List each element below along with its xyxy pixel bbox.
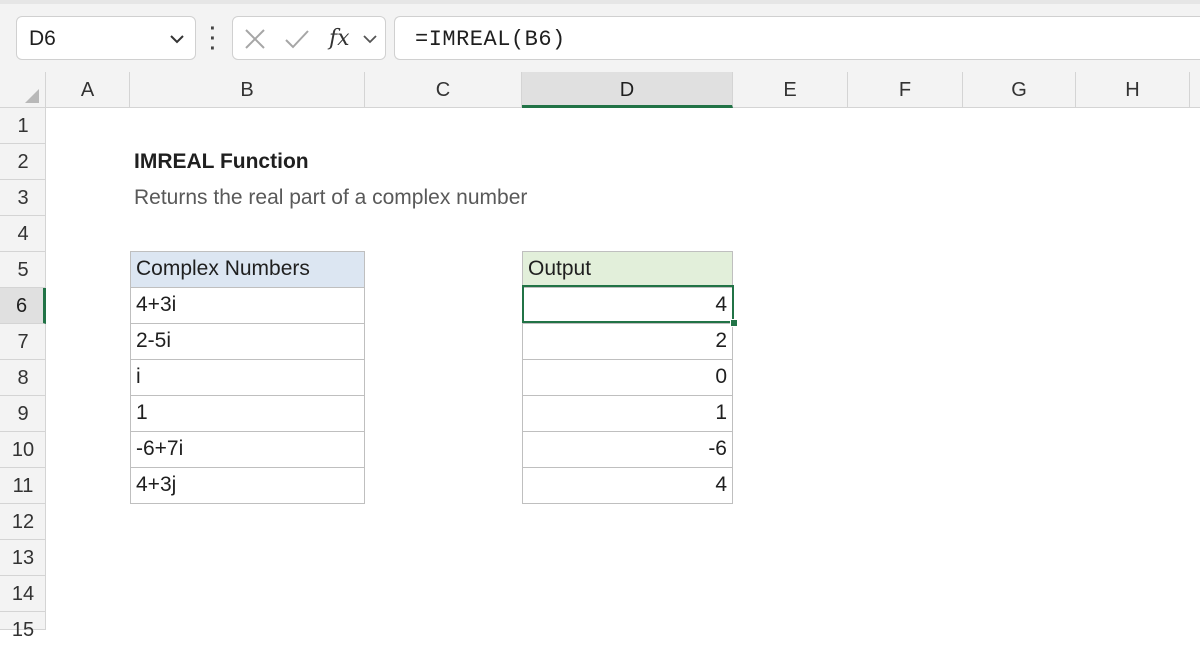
row-header-14[interactable]: 14 [0, 576, 46, 612]
output-cell[interactable]: 1 [522, 395, 733, 432]
row-header-5[interactable]: 5 [0, 252, 46, 288]
output-header-cell[interactable]: Output [522, 251, 733, 288]
output-cell[interactable]: 4 [522, 467, 733, 504]
output-cell[interactable]: 0 [522, 359, 733, 396]
row-header-15[interactable]: 15 [0, 612, 46, 641]
input-cell[interactable]: 4+3i [130, 287, 365, 324]
name-box-value[interactable]: D6 [29, 27, 56, 51]
input-header-cell[interactable]: Complex Numbers [130, 251, 365, 288]
input-cell[interactable]: -6+7i [130, 431, 365, 468]
row-header-4[interactable]: 4 [0, 216, 46, 252]
column-header-b[interactable]: B [130, 72, 365, 108]
enter-check-icon[interactable] [283, 27, 311, 51]
name-box[interactable]: D6 [16, 16, 196, 60]
chevron-down-icon[interactable] [361, 31, 379, 47]
row-headers: 1 2 3 4 5 6 7 8 9 10 11 12 13 14 15 [0, 108, 46, 641]
sheet-subtitle[interactable]: Returns the real part of a complex numbe… [134, 186, 527, 210]
cell-grid[interactable]: IMREAL Function Returns the real part of… [46, 108, 1200, 630]
row-header-12[interactable]: 12 [0, 504, 46, 540]
select-all-icon [25, 89, 39, 103]
row-header-2[interactable]: 2 [0, 144, 46, 180]
sheet-title[interactable]: IMREAL Function [134, 150, 309, 174]
column-header-e[interactable]: E [733, 72, 848, 108]
formula-bar-area: D6 · · · fx =IMREAL(B6) [0, 0, 1200, 72]
row-header-1[interactable]: 1 [0, 108, 46, 144]
row-header-3[interactable]: 3 [0, 180, 46, 216]
select-all-button[interactable] [0, 72, 46, 108]
input-cell[interactable]: i [130, 359, 365, 396]
chevron-down-icon[interactable] [167, 29, 187, 49]
formula-input[interactable]: =IMREAL(B6) [394, 16, 1200, 60]
row-header-10[interactable]: 10 [0, 432, 46, 468]
row-header-9[interactable]: 9 [0, 396, 46, 432]
column-headers: A B C D E F G H [0, 72, 1200, 108]
input-cell[interactable]: 1 [130, 395, 365, 432]
input-cell[interactable]: 4+3j [130, 467, 365, 504]
fill-handle[interactable] [730, 319, 738, 327]
row-header-13[interactable]: 13 [0, 540, 46, 576]
cancel-icon[interactable] [243, 27, 267, 51]
column-header-a[interactable]: A [46, 72, 130, 108]
insert-function-icon[interactable]: fx [329, 26, 350, 51]
row-header-7[interactable]: 7 [0, 324, 46, 360]
row-header-11[interactable]: 11 [0, 468, 46, 504]
formula-text[interactable]: =IMREAL(B6) [415, 27, 566, 52]
column-header-d[interactable]: D [522, 72, 733, 108]
input-cell[interactable]: 2-5i [130, 323, 365, 360]
formula-controls: fx [232, 16, 386, 60]
column-header-h[interactable]: H [1076, 72, 1190, 108]
ribbon-edge [0, 0, 1200, 4]
column-header-c[interactable]: C [365, 72, 522, 108]
row-header-8[interactable]: 8 [0, 360, 46, 396]
active-cell-border [522, 285, 734, 323]
row-header-6[interactable]: 6 [0, 288, 46, 324]
output-cell[interactable]: 2 [522, 323, 733, 360]
column-header-g[interactable]: G [963, 72, 1076, 108]
column-header-f[interactable]: F [848, 72, 963, 108]
output-cell[interactable]: -6 [522, 431, 733, 468]
more-options-icon[interactable]: · · · [205, 19, 221, 59]
